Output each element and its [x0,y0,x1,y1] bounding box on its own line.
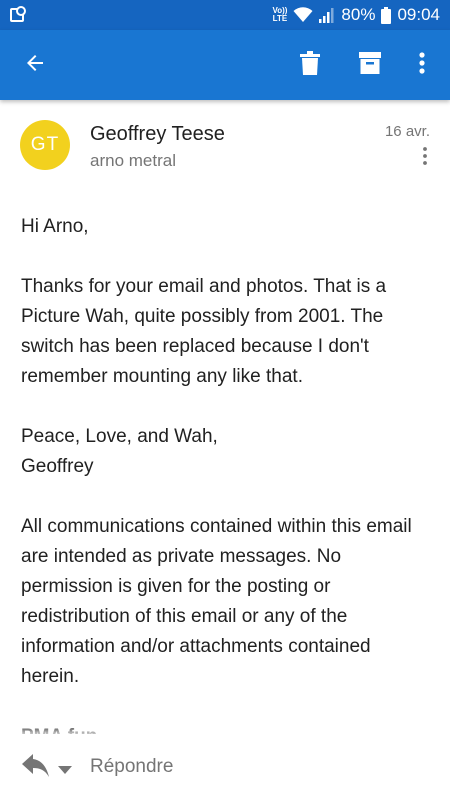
wifi-icon [293,7,313,23]
signal-icon [319,7,335,23]
archive-icon [359,51,381,79]
notification-icon [10,6,26,22]
message-date: 16 avr. [384,123,430,140]
more-vert-icon [423,146,427,170]
reply-icon[interactable] [22,754,50,780]
reply-button[interactable]: Répondre [90,756,173,778]
message-header: GT Geoffrey Teese arno metral 16 avr. [0,110,450,190]
back-arrow-icon [23,51,47,80]
avatar-initials: GT [30,134,60,155]
reply-bar: Répondre [0,734,450,800]
signoff: Peace, Love, and Wah, Geoffrey [21,422,431,482]
sender-name[interactable]: Geoffrey Teese [90,123,225,146]
battery-percent: 80% [341,5,376,24]
signoff-line: Peace, Love, and Wah, [21,426,218,447]
clock: 09:04 [397,5,440,24]
message-menu-button[interactable] [416,146,434,170]
trash-icon [300,50,320,80]
volte-icon: Vo)) LTE [272,7,287,23]
signoff-name: Geoffrey [21,456,94,477]
recipient-name: arno metral [90,151,176,170]
app-bar [0,30,450,100]
status-bar: Vo)) LTE 80% 09:04 [0,0,450,30]
body-paragraph: Thanks for your email and photos. That i… [21,276,387,387]
archive-button[interactable] [346,30,394,100]
back-button[interactable] [11,30,59,100]
more-vert-icon [419,51,425,79]
greeting: Hi Arno, [21,216,89,237]
disclaimer-paragraph: All communications contained within this… [21,516,412,687]
lte-label: LTE [272,14,288,23]
message-body: Hi Arno, Thanks for your email and photo… [21,212,431,752]
delete-button[interactable] [286,30,334,100]
battery-icon [381,6,392,24]
avatar[interactable]: GT [20,120,70,170]
caret-down-icon[interactable] [58,761,72,779]
more-options-button[interactable] [398,30,446,100]
